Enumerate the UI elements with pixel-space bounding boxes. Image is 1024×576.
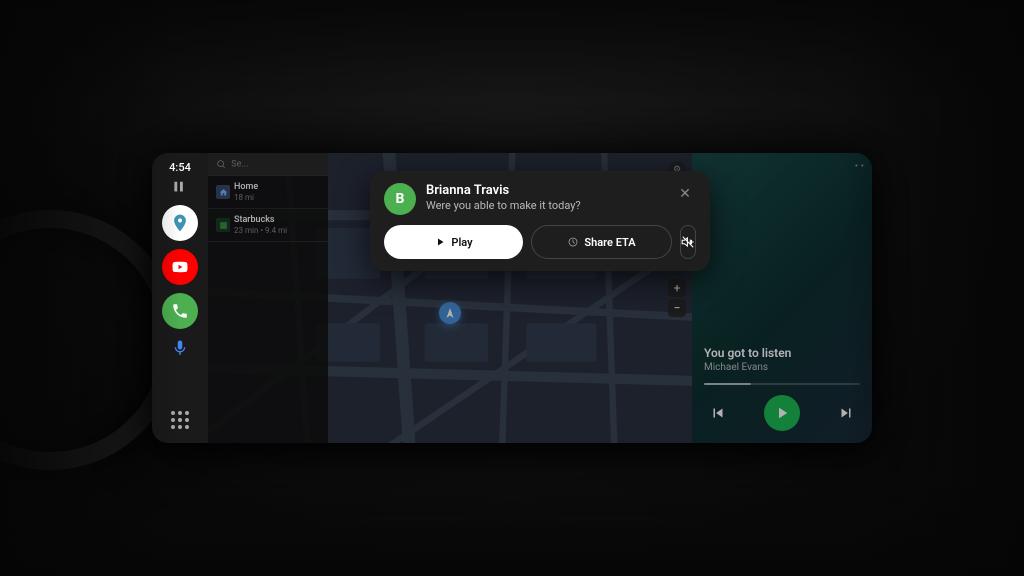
notification-header: B Brianna Travis Were you able to make i…	[384, 183, 696, 215]
notification-actions: Play Share ETA	[384, 225, 696, 259]
app-grid-icon[interactable]	[171, 411, 189, 429]
signal-icon: ▌▌	[174, 182, 185, 191]
notification-close-button[interactable]: ✕	[674, 183, 696, 205]
notification-overlay: B Brianna Travis Were you able to make i…	[208, 153, 872, 443]
mute-button[interactable]	[680, 225, 696, 259]
sidebar-item-phone[interactable]	[162, 293, 198, 329]
notification-card: B Brianna Travis Were you able to make i…	[370, 171, 710, 271]
share-eta-label: Share ETA	[584, 236, 635, 249]
play-reply-button[interactable]: Play	[384, 225, 523, 259]
sidebar-item-youtube[interactable]	[162, 249, 198, 285]
contact-avatar: B	[384, 183, 416, 215]
android-auto-screen: 4:54 ▌▌	[152, 153, 872, 443]
avatar-letter: B	[396, 191, 405, 207]
main-content: Se... Home 18 mi	[208, 153, 872, 443]
notification-text-block: Brianna Travis Were you able to make it …	[426, 183, 674, 212]
share-eta-button[interactable]: Share ETA	[531, 225, 672, 259]
clock: 4:54	[169, 161, 191, 174]
notification-sender: Brianna Travis	[426, 183, 674, 198]
sidebar: 4:54 ▌▌	[152, 153, 208, 443]
notification-message: Were you able to make it today?	[426, 199, 674, 212]
microphone-icon[interactable]	[171, 339, 189, 361]
play-button-label: Play	[451, 236, 472, 249]
sidebar-item-maps[interactable]	[162, 205, 198, 241]
